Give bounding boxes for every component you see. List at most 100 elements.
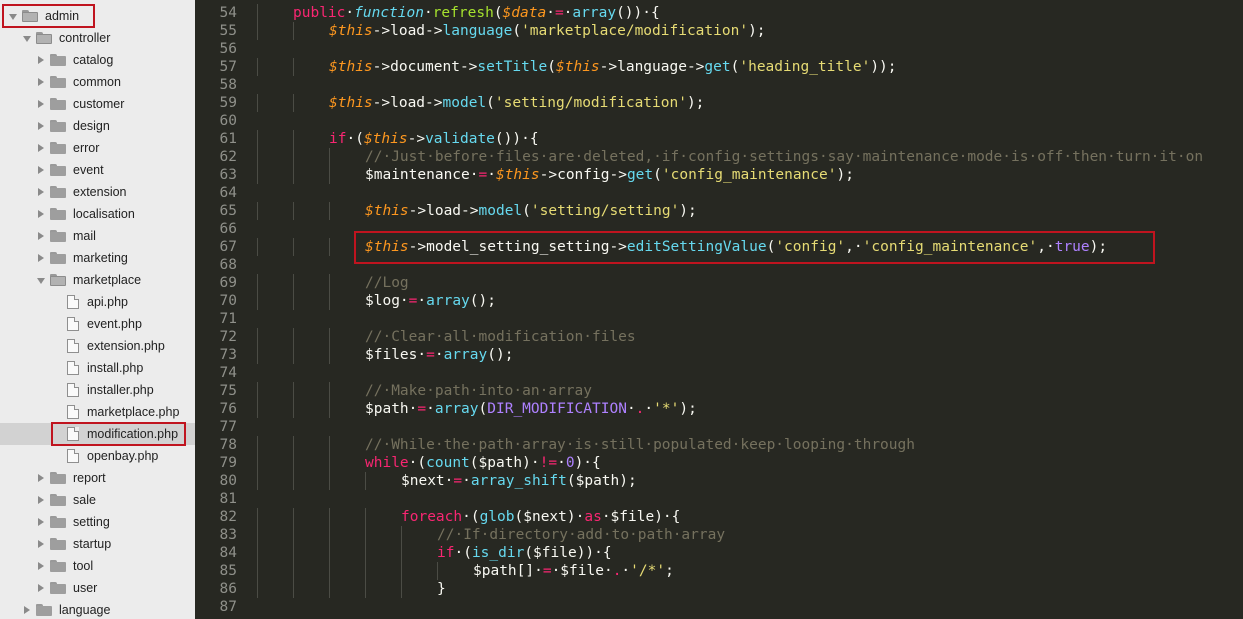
- code-token: glob: [479, 509, 515, 525]
- folder-item[interactable]: error: [0, 137, 195, 159]
- disclosure-open-icon[interactable]: [22, 27, 32, 49]
- code-token: array_shift: [470, 473, 567, 489]
- folder-item[interactable]: localisation: [0, 203, 195, 225]
- code-token: ();: [469, 293, 496, 309]
- disclosure-closed-icon[interactable]: [36, 49, 46, 71]
- code-line[interactable]: 69 //Log: [195, 274, 1243, 292]
- file-item[interactable]: extension.php: [0, 335, 195, 357]
- code-line[interactable]: 76 $path·=·array(DIR_MODIFICATION·.·'*');: [195, 400, 1243, 418]
- code-token: (: [486, 95, 495, 111]
- code-line[interactable]: 85 $path[]·=·$file·.·'/*';: [195, 562, 1243, 580]
- code-line[interactable]: 80 $next·=·array_shift($path);: [195, 472, 1243, 490]
- code-token: $next·: [401, 473, 454, 489]
- code-token: get: [704, 59, 731, 75]
- code-line[interactable]: 65 $this->load->model('setting/setting');: [195, 202, 1243, 220]
- code-line[interactable]: 54 public·function·refresh($data·=·array(…: [195, 4, 1243, 22]
- folder-item[interactable]: common: [0, 71, 195, 93]
- code-line[interactable]: 81: [195, 490, 1243, 508]
- file-item[interactable]: openbay.php: [0, 445, 195, 467]
- disclosure-closed-icon[interactable]: [36, 489, 46, 511]
- code-line[interactable]: 59 $this->load->model('setting/modificati…: [195, 94, 1243, 112]
- line-number: 78: [219, 437, 237, 453]
- file-item[interactable]: event.php: [0, 313, 195, 335]
- folder-item[interactable]: marketing: [0, 247, 195, 269]
- code-line[interactable]: 83 //·If·directory·add·to·path·array: [195, 526, 1243, 544]
- code-line[interactable]: 86}: [195, 580, 1243, 598]
- folder-item[interactable]: report: [0, 467, 195, 489]
- file-item[interactable]: api.php: [0, 291, 195, 313]
- disclosure-closed-icon[interactable]: [36, 71, 46, 93]
- folder-item[interactable]: language: [0, 599, 195, 619]
- code-line[interactable]: 55 $this->load->language('marketplace/mod…: [195, 22, 1243, 40]
- indent-guide: [365, 508, 366, 526]
- disclosure-closed-icon[interactable]: [36, 225, 46, 247]
- disclosure-closed-icon[interactable]: [36, 555, 46, 577]
- folder-item[interactable]: design: [0, 115, 195, 137]
- folder-item[interactable]: controller: [0, 27, 195, 49]
- tree-item-label: api.php: [87, 295, 129, 309]
- code-line[interactable]: 57 $this->document->setTitle($this->langu…: [195, 58, 1243, 76]
- code-line[interactable]: 79 while·(count($path)·!=·0)·{: [195, 454, 1243, 472]
- disclosure-closed-icon[interactable]: [22, 599, 32, 619]
- disclosure-closed-icon[interactable]: [36, 137, 46, 159]
- code-token: //Log: [365, 275, 409, 291]
- folder-item[interactable]: user: [0, 577, 195, 599]
- code-editor[interactable]: 54 public·function·refresh($data·=·array(…: [195, 0, 1243, 619]
- folder-item[interactable]: tool: [0, 555, 195, 577]
- code-token: '/*': [630, 563, 666, 579]
- file-item[interactable]: installer.php: [0, 379, 195, 401]
- code-line[interactable]: 84 if·(is_dir($file))·{: [195, 544, 1243, 562]
- code-line[interactable]: 68: [195, 256, 1243, 274]
- code-line[interactable]: 62 //·Just·before·files·are·deleted,·if·c…: [195, 148, 1243, 166]
- code-line[interactable]: 87: [195, 598, 1243, 616]
- code-token: $this: [329, 59, 373, 75]
- tree-item-label: mail: [73, 229, 96, 243]
- disclosure-closed-icon[interactable]: [36, 511, 46, 533]
- code-line[interactable]: 58: [195, 76, 1243, 94]
- disclosure-closed-icon[interactable]: [36, 247, 46, 269]
- disclosure-closed-icon[interactable]: [36, 577, 46, 599]
- code-line[interactable]: 56: [195, 40, 1243, 58]
- folder-item[interactable]: setting: [0, 511, 195, 533]
- code-line[interactable]: 64: [195, 184, 1243, 202]
- indent-guide: [329, 454, 330, 472]
- disclosure-closed-icon[interactable]: [36, 115, 46, 137]
- code-token: ·: [423, 5, 433, 21]
- disclosure-closed-icon[interactable]: [36, 159, 46, 181]
- disclosure-closed-icon[interactable]: [36, 533, 46, 555]
- code-line[interactable]: 60: [195, 112, 1243, 130]
- code-line[interactable]: 63 $maintenance·=·$this->config->get('con…: [195, 166, 1243, 184]
- folder-item[interactable]: extension: [0, 181, 195, 203]
- indent-guide: [257, 472, 258, 490]
- file-item[interactable]: install.php: [0, 357, 195, 379]
- folder-item[interactable]: mail: [0, 225, 195, 247]
- code-line[interactable]: 82 foreach·(glob($next)·as·$file)·{: [195, 508, 1243, 526]
- code-line[interactable]: 71: [195, 310, 1243, 328]
- folder-item[interactable]: sale: [0, 489, 195, 511]
- code-line[interactable]: 61 if·($this->validate())·{: [195, 130, 1243, 148]
- code-text: //·If·directory·add·to·path·array: [437, 526, 725, 544]
- code-line[interactable]: 75 //·Make·path·into·an·array: [195, 382, 1243, 400]
- folder-item[interactable]: customer: [0, 93, 195, 115]
- disclosure-open-icon[interactable]: [36, 269, 46, 291]
- code-line[interactable]: 78 //·While·the·path·array·is·still·popul…: [195, 436, 1243, 454]
- indent-guide: [401, 544, 402, 562]
- disclosure-closed-icon[interactable]: [36, 181, 46, 203]
- disclosure-closed-icon[interactable]: [36, 203, 46, 225]
- folder-item[interactable]: marketplace: [0, 269, 195, 291]
- code-line[interactable]: 74: [195, 364, 1243, 382]
- indent-guide: [257, 508, 258, 526]
- code-line[interactable]: 72 //·Clear·all·modification·files: [195, 328, 1243, 346]
- code-line[interactable]: 70 $log·=·array();: [195, 292, 1243, 310]
- folder-item[interactable]: event: [0, 159, 195, 181]
- code-line[interactable]: 73 $files·=·array();: [195, 346, 1243, 364]
- indent-guide: [401, 526, 402, 544]
- indent-guide: [293, 580, 294, 598]
- folder-item[interactable]: catalog: [0, 49, 195, 71]
- folder-item[interactable]: startup: [0, 533, 195, 555]
- disclosure-closed-icon[interactable]: [36, 93, 46, 115]
- code-line[interactable]: 77: [195, 418, 1243, 436]
- indent-guide: [365, 472, 366, 490]
- disclosure-closed-icon[interactable]: [36, 467, 46, 489]
- file-item[interactable]: marketplace.php: [0, 401, 195, 423]
